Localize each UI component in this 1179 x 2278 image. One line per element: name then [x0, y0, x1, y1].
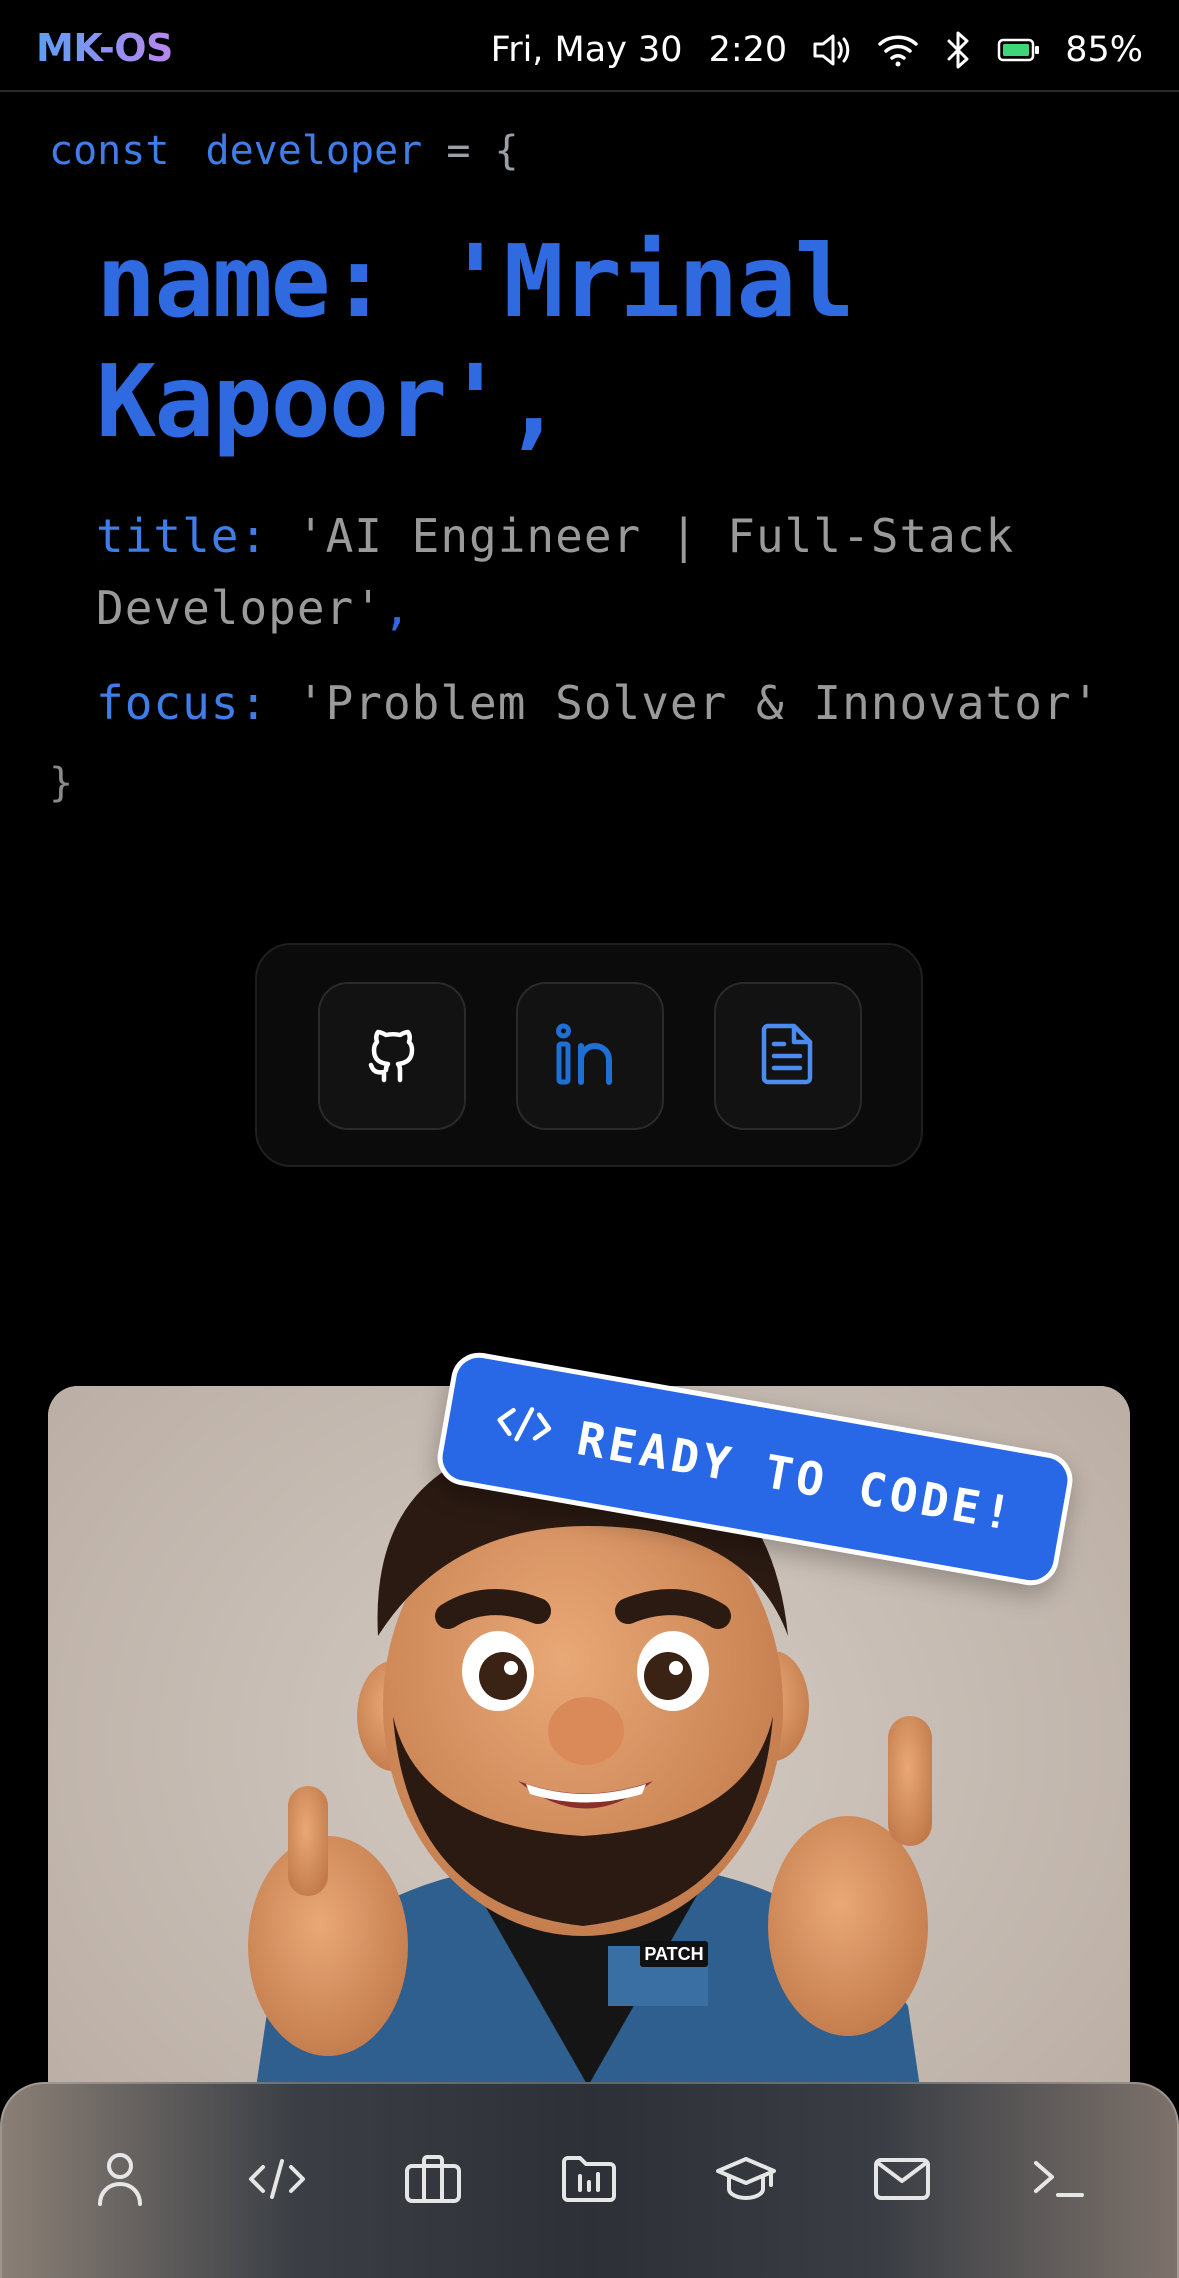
terminal-icon [1032, 2157, 1086, 2206]
code-open-brace: = { [422, 128, 519, 174]
graduation-cap-icon [715, 2155, 777, 2208]
developer-name: name: 'Mrinal Kapoor', [96, 222, 1096, 462]
user-icon [96, 2152, 144, 2211]
jacket-patch: PATCH [644, 1944, 703, 1964]
mail-icon [873, 2157, 931, 2206]
bottom-dock [0, 2082, 1179, 2278]
resume-button[interactable] [714, 982, 862, 1130]
dock-code[interactable] [237, 2141, 317, 2221]
battery-level: 85% [1065, 30, 1143, 70]
code-icon [490, 1397, 556, 1460]
title-comma: , [382, 581, 412, 635]
brand-logo[interactable]: MK-OS [36, 26, 173, 70]
bluetooth-icon [943, 30, 973, 70]
folder-icon [560, 2154, 618, 2209]
dock-experience[interactable] [393, 2141, 473, 2221]
status-bar: MK-OS Fri, May 30 2:20 85% [0, 0, 1179, 92]
focus-key: focus: [96, 676, 269, 730]
volume-icon [811, 32, 853, 68]
resume-document-icon [760, 1022, 816, 1091]
dock-contact[interactable] [862, 2141, 942, 2221]
code-identifier: developer [205, 128, 423, 174]
code-icon [247, 2157, 307, 2206]
dock-education[interactable] [706, 2141, 786, 2221]
battery-icon [997, 37, 1041, 63]
linkedin-icon [555, 1022, 625, 1091]
dock-terminal[interactable] [1019, 2141, 1099, 2221]
github-icon [360, 1020, 424, 1093]
social-links [255, 943, 923, 1167]
linkedin-button[interactable] [516, 982, 664, 1130]
dock-projects[interactable] [549, 2141, 629, 2221]
code-open-line: const developer = { [49, 128, 519, 174]
dock-about[interactable] [80, 2141, 160, 2221]
github-button[interactable] [318, 982, 466, 1130]
briefcase-icon [404, 2154, 462, 2209]
status-time: 2:20 [708, 30, 788, 70]
developer-focus: focus: 'Problem Solver & Innovator' [96, 667, 1156, 739]
title-key: title: [96, 509, 269, 563]
code-keyword: const [49, 128, 170, 174]
name-key: name: [96, 223, 389, 340]
wifi-icon [877, 32, 919, 68]
developer-title: title: 'AI Engineer | Full-Stack Develop… [96, 500, 1116, 644]
status-date: Fri, May 30 [490, 30, 683, 70]
code-close-brace: } [49, 760, 74, 806]
focus-value: 'Problem Solver & Innovator' [296, 676, 1101, 730]
name-comma: , [503, 343, 563, 460]
status-right: Fri, May 30 2:20 85% [491, 24, 1143, 76]
